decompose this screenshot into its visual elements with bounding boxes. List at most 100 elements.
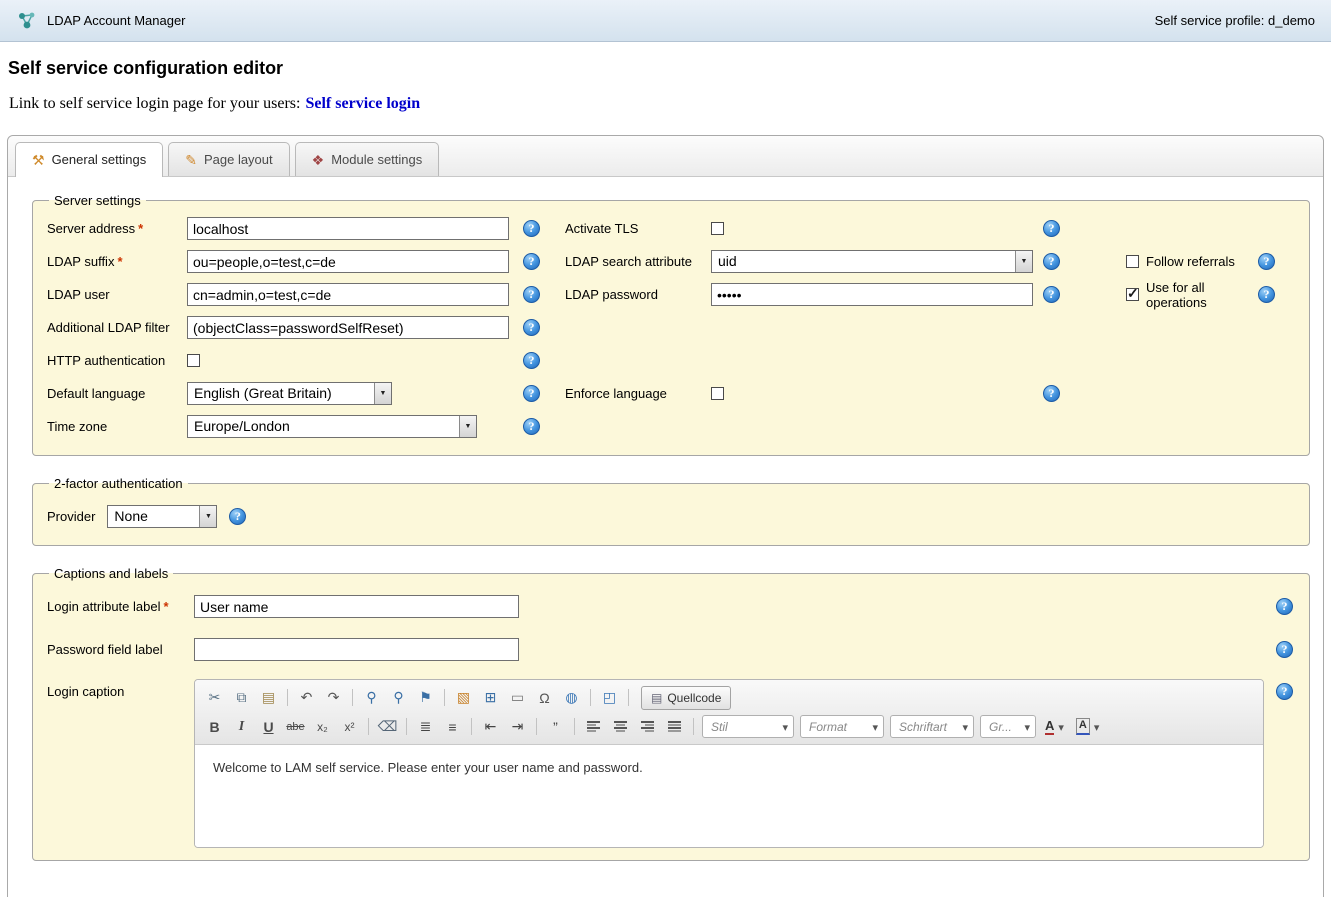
source-button-label: Quellcode (667, 691, 721, 705)
password-field-label: Password field label (47, 642, 194, 657)
additional-ldap-filter-label: Additional LDAP filter (47, 320, 187, 335)
login-caption-editor: ✂⧉▤↶↷⚲⚲⚑▧⊞▭Ω◍◰ ▤ Quellcode BIUabex₂x²⌫≣≡… (194, 679, 1264, 848)
redo-icon[interactable]: ↷ (321, 686, 346, 710)
remove-format-icon[interactable]: ⌫ (375, 715, 400, 739)
align-left-icon[interactable] (581, 715, 606, 739)
help-icon[interactable] (1043, 253, 1060, 270)
align-justify-icon[interactable] (662, 715, 687, 739)
cut-icon[interactable]: ✂ (202, 686, 227, 710)
server-address-input[interactable] (187, 217, 509, 240)
tab-general-settings[interactable]: ⚒ General settings (15, 142, 163, 177)
time-zone-label: Time zone (47, 419, 187, 434)
follow-referrals-checkbox[interactable] (1126, 255, 1139, 268)
help-icon[interactable] (523, 352, 540, 369)
align-right-icon[interactable] (635, 715, 660, 739)
required-marker: * (138, 221, 143, 236)
self-service-login-link[interactable]: Self service login (305, 95, 420, 112)
replace-icon[interactable]: ⚲ (386, 686, 411, 710)
help-icon[interactable] (229, 508, 246, 525)
help-icon[interactable] (1043, 385, 1060, 402)
ldap-search-attribute-select[interactable]: uid (711, 250, 1033, 273)
top-header: LDAP Account Manager Self service profil… (0, 0, 1331, 42)
ldap-user-input[interactable] (187, 283, 509, 306)
special-char-icon[interactable]: Ω (532, 686, 557, 710)
strikethrough-icon[interactable]: abe (283, 715, 308, 739)
selected-value: English (Great Britain) (188, 383, 374, 404)
background-color-button[interactable]: A (1071, 715, 1104, 739)
ldap-password-input[interactable] (711, 283, 1033, 306)
toolbar-separator (444, 689, 445, 706)
table-icon[interactable]: ⊞ (478, 686, 503, 710)
maximize-icon[interactable]: ◰ (597, 686, 622, 710)
help-icon[interactable] (1276, 641, 1293, 658)
style-combo[interactable]: Stil (702, 715, 794, 738)
style-combo-value: Stil (711, 720, 728, 734)
editor-toolbar-row-2: BIUabex₂x²⌫≣≡⇤⇥” Stil Format Schriftart … (201, 712, 1257, 741)
copy-icon[interactable]: ⧉ (229, 686, 254, 710)
help-icon[interactable] (523, 418, 540, 435)
undo-icon[interactable]: ↶ (294, 686, 319, 710)
help-icon[interactable] (1276, 598, 1293, 615)
help-icon[interactable] (523, 385, 540, 402)
globe-icon[interactable]: ◍ (559, 686, 584, 710)
chevron-down-icon (872, 720, 878, 734)
outdent-icon[interactable]: ⇤ (478, 715, 503, 739)
toolbar-separator (693, 718, 694, 735)
blockquote-icon[interactable]: ” (543, 715, 568, 739)
subscript-icon[interactable]: x₂ (310, 715, 335, 739)
find-icon[interactable]: ⚲ (359, 686, 384, 710)
use-for-all-operations-checkbox[interactable] (1126, 288, 1139, 301)
size-combo[interactable]: Gr... (980, 715, 1036, 738)
align-center-icon[interactable] (608, 715, 633, 739)
source-button[interactable]: ▤ Quellcode (641, 686, 731, 710)
ldap-search-attribute-label: LDAP search attribute (565, 254, 711, 269)
numbered-list-icon[interactable]: ≣ (413, 715, 438, 739)
help-icon[interactable] (1276, 683, 1293, 700)
chevron-down-icon (1024, 720, 1030, 734)
bold-icon[interactable]: B (202, 715, 227, 739)
horizontal-rule-icon[interactable]: ▭ (505, 686, 530, 710)
image-icon[interactable]: ▧ (451, 686, 476, 710)
provider-select[interactable]: None (107, 505, 217, 528)
help-icon[interactable] (523, 286, 540, 303)
underline-icon[interactable]: U (256, 715, 281, 739)
login-link-text: Link to self service login page for your… (9, 95, 300, 112)
format-combo[interactable]: Format (800, 715, 884, 738)
additional-ldap-filter-input[interactable] (187, 316, 509, 339)
align-center-icon (614, 721, 627, 732)
help-icon[interactable] (1258, 286, 1275, 303)
italic-icon[interactable]: I (229, 715, 254, 739)
enforce-language-checkbox[interactable] (711, 387, 724, 400)
help-icon[interactable] (523, 253, 540, 270)
password-field-label-input[interactable] (194, 638, 519, 661)
form-row: Additional LDAP filter (47, 311, 1295, 344)
ldap-suffix-input[interactable] (187, 250, 509, 273)
help-icon[interactable] (523, 319, 540, 336)
indent-icon[interactable]: ⇥ (505, 715, 530, 739)
form-row: Server address* Activate TLS (47, 212, 1295, 245)
text-color-button[interactable]: A (1040, 715, 1069, 739)
editor-content-area[interactable]: Welcome to LAM self service. Please ente… (195, 745, 1263, 847)
http-authentication-checkbox[interactable] (187, 354, 200, 367)
help-icon[interactable] (1043, 286, 1060, 303)
time-zone-select[interactable]: Europe/London (187, 415, 477, 438)
use-for-all-operations-group: Use for all operations (1082, 280, 1295, 310)
http-authentication-label: HTTP authentication (47, 353, 187, 368)
tab-page-layout[interactable]: ✎ Page layout (168, 142, 289, 176)
follow-referrals-group: Follow referrals (1082, 253, 1295, 270)
help-icon[interactable] (1258, 253, 1275, 270)
default-language-select[interactable]: English (Great Britain) (187, 382, 392, 405)
help-icon[interactable] (1043, 220, 1060, 237)
selected-value: None (108, 506, 199, 527)
login-attribute-label-input[interactable] (194, 595, 519, 618)
tab-module-settings[interactable]: ❖ Module settings (295, 142, 440, 176)
superscript-icon[interactable]: x² (337, 715, 362, 739)
activate-tls-checkbox[interactable] (711, 222, 724, 235)
font-combo[interactable]: Schriftart (890, 715, 974, 738)
bulleted-list-icon[interactable]: ≡ (440, 715, 465, 739)
paste-icon[interactable]: ▤ (256, 686, 281, 710)
required-marker: * (117, 254, 122, 269)
help-icon[interactable] (523, 220, 540, 237)
toolbar-separator (590, 689, 591, 706)
spellcheck-flag-icon[interactable]: ⚑ (413, 686, 438, 710)
